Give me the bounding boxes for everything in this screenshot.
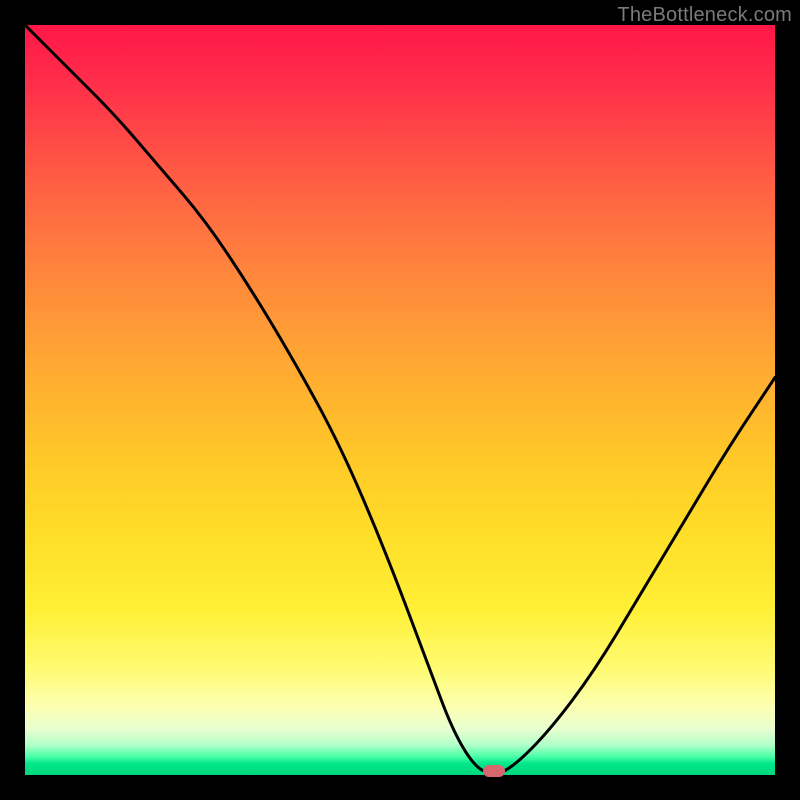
curve-svg	[25, 25, 775, 775]
watermark-text: TheBottleneck.com	[617, 4, 792, 27]
chart-frame: TheBottleneck.com	[0, 0, 800, 800]
plot-area	[25, 25, 775, 775]
optimal-point-marker	[483, 765, 505, 777]
bottleneck-curve-path	[25, 25, 775, 773]
